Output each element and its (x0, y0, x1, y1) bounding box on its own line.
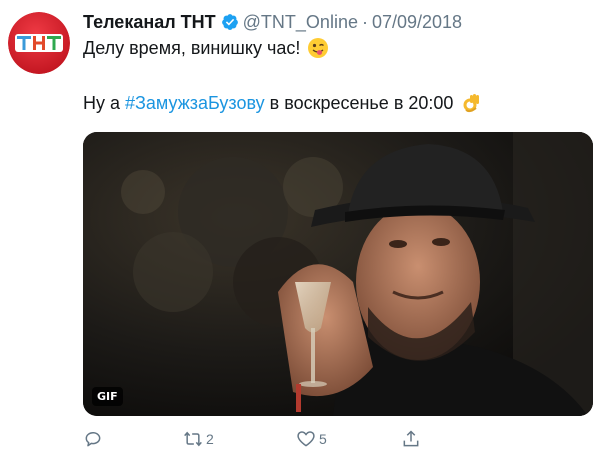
retweet-icon (184, 431, 202, 447)
share-icon (403, 430, 419, 447)
display-name[interactable]: Телеканал ТНТ (83, 12, 216, 33)
separator: · (361, 11, 368, 32)
like-count: 5 (319, 431, 327, 447)
winking-face-with-tongue-emoji-icon (308, 38, 329, 58)
retweet-count: 2 (206, 431, 214, 447)
tweet-text-line-2: Ну а #ЗамужзаБузову в воскресенье в 20:0… (83, 92, 482, 114)
tweet-text-suffix: в воскресенье в 20:00 (269, 92, 454, 113)
gif-badge: GIF (92, 387, 123, 406)
avatar[interactable] (8, 12, 70, 74)
handle[interactable]: @TNT_Online (243, 12, 358, 33)
share-button[interactable] (401, 428, 424, 450)
hashtag-link[interactable]: #ЗамужзаБузову (125, 93, 265, 114)
heart-icon (297, 431, 315, 447)
reply-button[interactable] (83, 428, 106, 450)
tnt-logo-icon (8, 12, 70, 74)
ok-hand-emoji-icon (463, 94, 480, 113)
reply-icon (85, 432, 101, 447)
tweet-text-prefix: Ну а (83, 92, 121, 113)
tweet-date[interactable]: 07/09/2018 (372, 12, 462, 33)
gif-media[interactable]: GIF (83, 132, 593, 416)
retweet-button[interactable]: 2 (183, 428, 214, 450)
tweet-text: Делу время, винишку час! (83, 37, 301, 58)
tweet-header: Телеканал ТНТ @TNT_Online · 07/09/2018 (83, 10, 462, 34)
verified-badge-icon (221, 14, 238, 30)
tweet-text-line-1: Делу время, винишку час! (83, 37, 329, 59)
like-button[interactable]: 5 (296, 428, 327, 450)
tweet-actions: 2 5 (83, 428, 503, 450)
gif-frame-image (83, 132, 593, 416)
